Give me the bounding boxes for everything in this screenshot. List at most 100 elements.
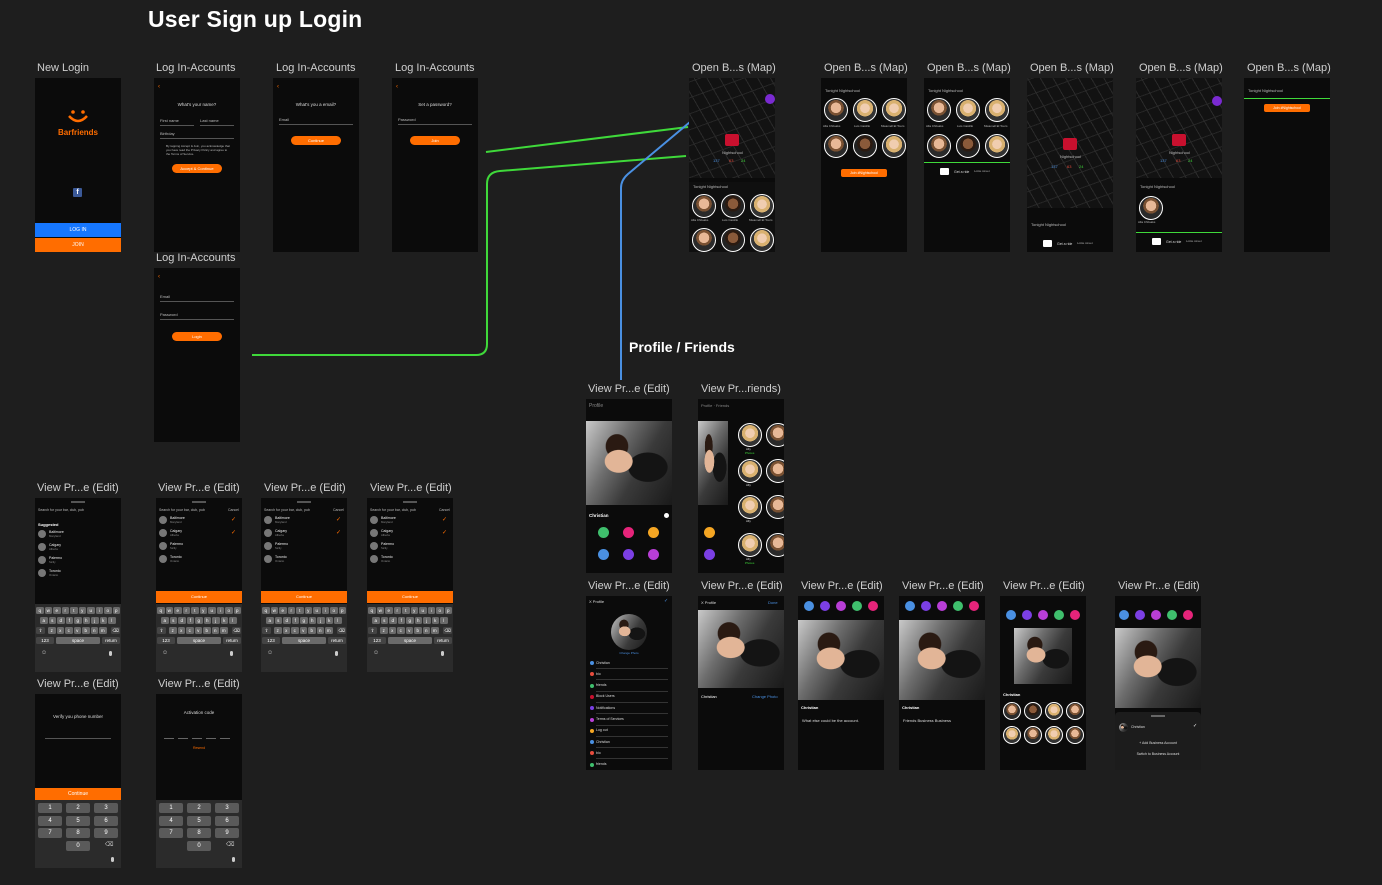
keyboard-key[interactable]: return — [223, 637, 241, 644]
interest-icon[interactable] — [704, 527, 715, 538]
login-password-field[interactable]: Password — [160, 312, 178, 317]
keypad-key[interactable]: 3 — [215, 803, 239, 813]
continue-button[interactable]: Continue — [367, 591, 453, 603]
keyboard-key[interactable]: d — [283, 617, 291, 624]
keyboard-key[interactable]: u — [419, 607, 427, 614]
keyboard-key[interactable]: b — [82, 627, 90, 634]
keyboard-key[interactable]: m — [220, 627, 228, 634]
interest-icon[interactable] — [953, 601, 963, 611]
keyboard-key[interactable]: o — [330, 607, 338, 614]
settings-menu-item[interactable]: friends — [586, 760, 672, 770]
add-business-button[interactable]: + Add Business Account — [1115, 741, 1201, 745]
camera-icon[interactable] — [664, 513, 669, 518]
interest-icon[interactable] — [598, 549, 609, 560]
person-avatar[interactable] — [824, 134, 848, 158]
friend-avatar[interactable] — [738, 459, 762, 483]
check-icon[interactable]: ✓ — [664, 598, 668, 604]
keyboard-key[interactable]: p — [233, 607, 241, 614]
interest-icon[interactable] — [1054, 610, 1064, 620]
cancel-button[interactable]: Cancel — [439, 508, 450, 512]
keyboard-key[interactable]: r — [287, 607, 295, 614]
uber-icon[interactable] — [1152, 238, 1161, 245]
email-field[interactable]: Email — [279, 117, 289, 122]
frame-map-2[interactable]: Tonight Nightschool Alla Chiloaks Luis C… — [821, 78, 907, 252]
friend-avatar[interactable] — [738, 423, 762, 447]
emoji-icon[interactable]: ☺ — [41, 650, 47, 656]
keyboard-key[interactable]: i — [427, 607, 435, 614]
keyboard-key[interactable]: k — [325, 617, 333, 624]
microphone-icon[interactable] — [230, 651, 233, 656]
keypad-key[interactable]: 6 — [94, 815, 118, 826]
keypad-key[interactable]: 6 — [215, 815, 239, 826]
frame-map-5[interactable]: Nightschool 137 63 24 Tonight Nightschoo… — [1136, 78, 1222, 252]
keyboard-key[interactable]: k — [220, 617, 228, 624]
frame-search-4[interactable]: Search for your bar, club, pub Cancel Balt… — [367, 498, 453, 672]
verify-continue-button[interactable]: Continue — [35, 788, 121, 800]
keypad-key[interactable]: 5 — [187, 815, 211, 826]
uber-icon[interactable] — [940, 168, 949, 175]
interest-icon[interactable] — [1070, 610, 1080, 620]
done-button[interactable]: Done — [768, 600, 778, 605]
profile-photo[interactable] — [698, 421, 728, 505]
settings-menu-item[interactable]: friends — [586, 681, 672, 692]
frame-map-6[interactable]: Tonight Nightschool Join #Nightschool — [1244, 78, 1330, 252]
keyboard-key[interactable]: s — [274, 617, 282, 624]
user-avatar[interactable] — [1212, 96, 1222, 106]
interest-icon[interactable] — [648, 549, 659, 560]
keypad-key[interactable]: 7 — [38, 828, 62, 838]
login-email-field[interactable]: Email — [160, 294, 170, 299]
backspace-key[interactable]: ⌫ — [443, 627, 452, 634]
keyboard-key[interactable]: e — [279, 607, 287, 614]
friend-avatar[interactable] — [1024, 726, 1042, 744]
person-avatar[interactable] — [721, 228, 745, 252]
friend-avatar[interactable] — [766, 423, 784, 447]
keyboard-key[interactable]: d — [57, 617, 65, 624]
frame-search-3[interactable]: Search for your bar, club, pub Cancel Balt… — [261, 498, 347, 672]
keypad-key[interactable]: 8 — [187, 828, 211, 838]
keyboard-key[interactable]: t — [402, 607, 410, 614]
login-button[interactable]: LOG IN — [35, 223, 121, 237]
keyboard-key[interactable]: x — [388, 627, 396, 634]
keyboard-key[interactable]: y — [304, 607, 312, 614]
change-photo-link[interactable]: Change Photo — [752, 694, 778, 699]
frame-map-3[interactable]: Tonight Nightschool Alla Chiloaks Luis C… — [924, 78, 1010, 252]
keyboard-key[interactable]: t — [70, 607, 78, 614]
frame-login[interactable]: ‹ Email Password Login — [154, 268, 240, 442]
keyboard-key[interactable]: e — [385, 607, 393, 614]
keyboard-key[interactable]: b — [203, 627, 211, 634]
profile-photo[interactable] — [1115, 628, 1201, 708]
keyboard-key[interactable]: v — [194, 627, 202, 634]
keyboard-key[interactable]: s — [380, 617, 388, 624]
keyboard-key[interactable]: f — [186, 617, 194, 624]
shift-key[interactable]: ⇧ — [157, 627, 166, 634]
frame-edit-photo[interactable]: X Profile Done Christian Change Photo — [698, 596, 784, 770]
profile-photo[interactable] — [1014, 628, 1072, 684]
keyboard-key[interactable]: e — [174, 607, 182, 614]
keyboard-key[interactable]: z — [48, 627, 56, 634]
keyboard-key[interactable]: q — [157, 607, 165, 614]
keyboard-key[interactable]: l — [108, 617, 116, 624]
keyboard-key[interactable]: h — [82, 617, 90, 624]
settings-menu-item[interactable]: Notifications — [586, 703, 672, 715]
keyboard-key[interactable]: r — [182, 607, 190, 614]
code-slot[interactable] — [164, 738, 174, 739]
person-avatar[interactable] — [882, 134, 906, 158]
keyboard-key[interactable]: g — [195, 617, 203, 624]
interest-icon[interactable] — [1006, 610, 1016, 620]
keyboard-key[interactable]: x — [282, 627, 290, 634]
settings-menu-item[interactable]: bio — [586, 748, 672, 760]
person-avatar[interactable] — [721, 194, 745, 218]
keyboard-key[interactable]: y — [410, 607, 418, 614]
change-photo-link[interactable]: Change Photo — [586, 651, 672, 655]
friend-avatar[interactable] — [738, 495, 762, 519]
back-arrow-icon[interactable]: ‹ — [158, 274, 160, 280]
keyboard-key[interactable]: d — [178, 617, 186, 624]
map-view[interactable] — [689, 78, 775, 178]
interest-icon[interactable] — [1038, 610, 1048, 620]
keyboard-key[interactable]: c — [186, 627, 194, 634]
backspace-key[interactable]: ⌫ — [337, 627, 346, 634]
accept-continue-button[interactable]: Accept & Continue — [172, 164, 222, 173]
microphone-icon[interactable] — [111, 857, 114, 862]
frame-password[interactable]: ‹ Set a password? Password Join — [392, 78, 478, 252]
keyboard-key[interactable]: j — [212, 617, 220, 624]
